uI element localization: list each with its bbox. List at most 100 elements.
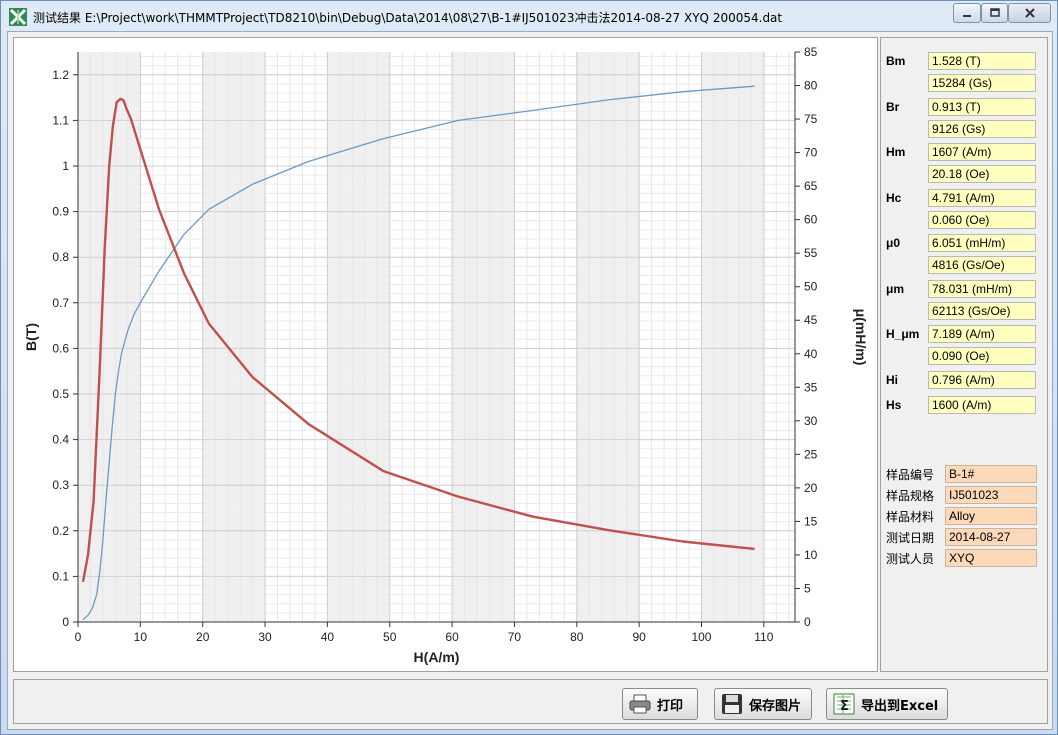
app-icon (9, 8, 27, 26)
sample-info-label: 样品规格 (886, 489, 935, 503)
y-tick-label: 1 (62, 159, 69, 173)
x-tick-label: 30 (258, 630, 272, 644)
param-value-field: 0.090 (Oe) (928, 347, 1036, 365)
sample-info-value: IJ501023 (945, 486, 1037, 504)
maximize-button[interactable] (981, 3, 1008, 23)
y2-tick-label: 45 (804, 313, 818, 327)
param-label: Br (886, 99, 900, 114)
x-tick-label: 10 (134, 630, 148, 644)
y-tick-label: 0.4 (52, 433, 69, 447)
y2-tick-label: 15 (804, 514, 818, 528)
param-label: μm (886, 281, 905, 296)
y-tick-label: 1.1 (52, 113, 69, 127)
sample-info-label: 测试日期 (886, 531, 935, 545)
print-button[interactable]: 打印 (622, 688, 698, 720)
sample-info-value: XYQ (945, 549, 1037, 567)
y2-tick-label: 40 (804, 347, 818, 361)
save-disk-icon (722, 694, 742, 714)
y-tick-label: 0.2 (52, 524, 69, 538)
y-tick-label: 0.9 (52, 205, 69, 219)
sample-info-value: B-1# (945, 465, 1037, 483)
param-label: Hi (886, 372, 898, 387)
close-button[interactable] (1008, 3, 1051, 23)
sample-info-label: 测试人员 (886, 552, 935, 566)
param-value-field: 6.051 (mH/m) (928, 234, 1036, 252)
export-excel-button-label: 导出到Excel (861, 698, 939, 714)
x-tick-label: 20 (196, 630, 210, 644)
client-area: 0 10 20 30 40 50 60 70 80 90 100 110 0 0.1 0.2 0.3 0.4 0.… (7, 31, 1053, 730)
parameters-panel: Bm 1.528 (T) 15284 (Gs) Br 0.913 (T) 9126 (Gs… (880, 37, 1048, 672)
sample-info-label: 样品材料 (886, 510, 935, 524)
y2-tick-label: 30 (804, 414, 818, 428)
minimize-icon (963, 15, 971, 17)
y2-axis-title: μ(mH/m) (853, 309, 869, 366)
y2-tick-label: 35 (804, 380, 818, 394)
param-value-field: 4.791 (A/m) (928, 188, 1036, 207)
action-bar: 打印 保存图片 Σ 导出到Excel (13, 679, 1048, 724)
maximize-icon (989, 8, 1000, 17)
export-excel-button[interactable]: Σ 导出到Excel (826, 688, 948, 720)
param-label: Hc (886, 190, 902, 205)
x-tick-label: 50 (383, 630, 397, 644)
permeability-curve (81, 97, 755, 583)
param-value-field: 1607 (A/m) (928, 143, 1036, 161)
param-value-field: 7.189 (A/m) (928, 325, 1036, 343)
param-label: Hs (886, 397, 902, 412)
y-tick-label: 0.7 (52, 296, 69, 310)
grid-band (701, 52, 764, 622)
minimize-button[interactable] (953, 3, 981, 23)
x-tick-label: 100 (691, 630, 711, 644)
save-image-button[interactable]: 保存图片 (714, 688, 812, 720)
chart-panel: 0 10 20 30 40 50 60 70 80 90 100 110 0 0.1 0.2 0.3 0.4 0.… (13, 37, 878, 672)
window: 测试结果 E:\Project\work\THMMTProject\TD8210… (0, 0, 1058, 735)
y-axis-title: B(T) (23, 323, 39, 351)
close-icon (1024, 8, 1035, 18)
y2-tick-label: 80 (804, 79, 818, 93)
bh-curve-chart: 0 10 20 30 40 50 60 70 80 90 100 11000.10.20.30.40.… (23, 45, 869, 665)
x-tick-label: 60 (445, 630, 459, 644)
x-tick-label: 40 (321, 630, 335, 644)
svg-text:Σ: Σ (840, 699, 849, 714)
grid-band (78, 52, 141, 622)
param-value-field: 20.18 (Oe) (928, 165, 1036, 183)
param-value-field: 0.796 (A/m) (928, 370, 1036, 389)
y2-tick-label: 85 (804, 45, 818, 59)
sample-info-label: 样品编号 (886, 468, 935, 482)
y2-tick-label: 55 (804, 246, 818, 260)
y2-tick-label: 75 (804, 112, 818, 126)
window-title: 测试结果 E:\Project\work\THMMTProject\TD8210… (33, 11, 783, 25)
sample-info-value: 2014-08-27 (945, 528, 1037, 546)
grid-band (452, 52, 515, 622)
param-value-field: 9126 (Gs) (928, 119, 1036, 138)
sample-info-value: Alloy (945, 507, 1037, 525)
y-tick-label: 0.6 (52, 341, 69, 355)
y-tick-label: 0.5 (52, 387, 69, 401)
y2-tick-label: 25 (804, 447, 818, 461)
title-bar[interactable]: 测试结果 E:\Project\work\THMMTProject\TD8210… (1, 1, 1057, 31)
y2-tick-label: 65 (804, 179, 818, 193)
x-tick-label: 80 (570, 630, 584, 644)
y-tick-label: 0 (62, 615, 69, 629)
param-value-field: 1600 (A/m) (928, 395, 1036, 414)
param-value-field: 15284 (Gs) (928, 74, 1036, 92)
excel-sum-icon: Σ (833, 693, 855, 715)
grid-band (327, 52, 390, 622)
y2-tick-label: 70 (804, 146, 818, 160)
y2-tick-label: 10 (804, 548, 818, 562)
x-tick-label: 90 (632, 630, 646, 644)
y2-tick-label: 20 (804, 481, 818, 495)
y-tick-label: 0.1 (52, 569, 69, 583)
print-button-label: 打印 (657, 698, 684, 714)
param-label: Bm (886, 54, 906, 68)
grid-band (576, 52, 640, 622)
param-value-field: 78.031 (mH/m) (928, 279, 1036, 298)
printer-icon (629, 694, 651, 714)
y2-tick-label: 50 (804, 280, 818, 294)
param-value-field: 4816 (Gs/Oe) (928, 256, 1036, 274)
param-value-field: 0.913 (T) (928, 97, 1036, 116)
y-tick-label: 1.2 (52, 68, 69, 82)
y2-tick-label: 5 (804, 581, 811, 595)
param-label: Hm (886, 145, 906, 159)
grid-band (202, 52, 266, 622)
y2-tick-label: 0 (804, 615, 811, 629)
